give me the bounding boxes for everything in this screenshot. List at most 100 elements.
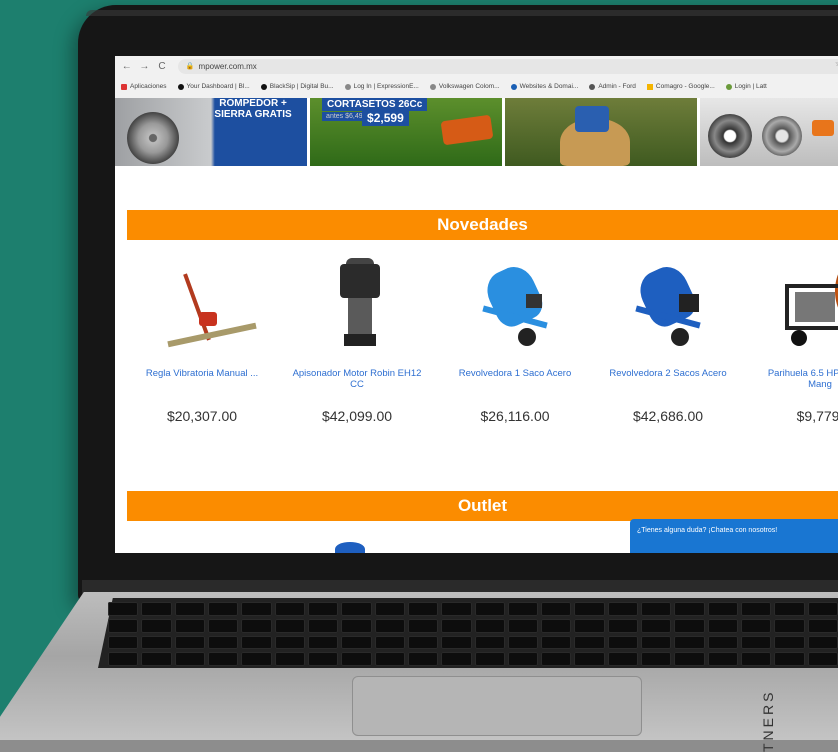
keyboard-key: [807, 602, 838, 616]
keyboard-key: [174, 635, 205, 650]
bookmark-label: Login | Latt: [734, 83, 767, 90]
keyboard-key: [574, 635, 605, 650]
keyboard-key: [141, 635, 172, 650]
bookmark-item[interactable]: Volkswagen Colom...: [429, 83, 500, 90]
keyboard-key: [541, 652, 572, 666]
keyboard-key: [441, 652, 472, 666]
promo-banner-pump[interactable]: [505, 98, 698, 166]
bookmark-item[interactable]: Admin - Ford: [589, 83, 636, 90]
keyboard-key: [541, 635, 572, 650]
keyboard-key: [407, 618, 439, 633]
keyboard-key: [341, 618, 372, 633]
keyboard-key: [307, 652, 339, 666]
keyboard-key: [507, 635, 539, 650]
keyboard-key: [607, 652, 639, 666]
promo-banner-engines[interactable]: [700, 98, 838, 166]
product-card[interactable]: Regla Vibratoria Manual ... $20,307.00: [137, 254, 267, 424]
back-icon[interactable]: ←: [121, 61, 133, 72]
keyboard-key: [607, 618, 639, 633]
product-name[interactable]: Apisonador Motor Robin EH12 CC: [292, 368, 422, 394]
keyboard-key: [241, 635, 272, 650]
keyboard-key: [374, 635, 405, 650]
section-title-novedades: Novedades: [127, 210, 838, 240]
bookmark-label: Admin - Ford: [598, 83, 636, 90]
bookmark-icon: [177, 83, 184, 90]
laptop-hinge: [82, 580, 838, 594]
keyboard-key: [207, 652, 239, 666]
bookmark-item[interactable]: Aplicaciones: [121, 83, 167, 90]
keyboard-key: [207, 635, 239, 650]
laptop-lid-edge: [86, 10, 838, 16]
chat-widget[interactable]: ¿Tienes alguna duda? ¡Chatea con nosotro…: [630, 519, 838, 553]
keyboard-key: [108, 618, 139, 633]
product-image: [765, 254, 838, 354]
keyboard-key: [174, 602, 205, 616]
product-name[interactable]: Parihuela 6.5 HP Mts De Mang: [755, 368, 838, 394]
keyboard-key: [641, 635, 672, 650]
keyboard-key: [507, 652, 539, 666]
keyboard-key: [741, 618, 772, 633]
keyboard-key: [607, 602, 639, 616]
promo-banner-saw[interactable]: ROMPEDOR + SIERRA GRATIS: [115, 98, 308, 166]
keyboard-key: [674, 652, 705, 666]
product-grid: Regla Vibratoria Manual ... $20,307.00 A…: [115, 254, 838, 454]
globe-icon: [429, 83, 436, 90]
keyboard-key: [341, 602, 372, 616]
product-price: $42,686.00: [632, 408, 704, 424]
keyboard-key: [641, 652, 672, 666]
bookmark-item[interactable]: Comagro - Google...: [646, 83, 715, 90]
bookmark-item[interactable]: Log In | ExpressionE...: [344, 83, 419, 90]
keyboard-key: [674, 618, 705, 633]
keyboard-key: [641, 602, 672, 616]
keyboard-key: [407, 652, 439, 666]
keyboard-key: [474, 618, 505, 633]
product-name[interactable]: Regla Vibratoria Manual ...: [137, 368, 267, 394]
product-image: [613, 254, 723, 354]
bookmark-item[interactable]: Login | Latt: [725, 83, 767, 90]
reload-icon[interactable]: C: [156, 61, 168, 72]
product-card[interactable]: Revolvedora 2 Sacos Acero $42,686.00: [603, 254, 733, 424]
keyboard-key: [574, 602, 605, 616]
bookmark-item[interactable]: Websites & Domai...: [510, 83, 578, 90]
product-name[interactable]: Revolvedora 2 Sacos Acero: [603, 368, 733, 394]
laptop-front-edge: [0, 740, 838, 752]
water-pump-image: [575, 106, 610, 132]
product-price: $26,116.00: [480, 408, 550, 424]
bookmark-label: Your Dashboard | Bl...: [186, 83, 250, 90]
outlet-product-image: [335, 542, 365, 553]
address-row: ← → C 🔒 mpower.com.mx ☆: [115, 56, 838, 76]
keyboard-key: [174, 618, 205, 633]
keyboard-key: [574, 652, 605, 666]
product-name[interactable]: Revolvedora 1 Saco Acero: [450, 368, 580, 394]
forward-icon[interactable]: →: [139, 61, 151, 72]
bookmark-item[interactable]: Your Dashboard | Bl...: [177, 83, 250, 90]
keyboard-key: [441, 602, 472, 616]
product-card[interactable]: Parihuela 6.5 HP Mts De Mang $9,779.: [755, 254, 838, 424]
promo-banner-hedge-trimmer[interactable]: CORTASETOS 26Cc antes $6,496 $2,599: [310, 98, 503, 166]
keyboard-key: [674, 602, 705, 616]
trackpad: [352, 676, 642, 736]
keyboard-key: [374, 652, 405, 666]
banner-text: ROMPEDOR + SIERRA GRATIS: [214, 98, 292, 120]
url-bar[interactable]: 🔒 mpower.com.mx: [177, 58, 838, 74]
product-price: $42,099.00: [321, 408, 393, 424]
lock-icon: 🔒: [185, 63, 195, 70]
keyboard-key: [307, 618, 339, 633]
keyboard-key: [541, 618, 572, 633]
keyboard-key: [474, 652, 505, 666]
product-card[interactable]: Revolvedora 1 Saco Acero $26,116.00: [450, 254, 580, 424]
keyboard-key: [141, 602, 172, 616]
product-image: [147, 254, 257, 354]
keyboard-key: [741, 602, 772, 616]
keyboard-key: [307, 635, 339, 650]
product-card[interactable]: Apisonador Motor Robin EH12 CC $42,099.0…: [292, 254, 422, 424]
bookmark-item[interactable]: BlackSip | Digital Bu...: [260, 83, 334, 90]
keyboard-key: [207, 602, 239, 616]
keyboard-key: [141, 652, 172, 666]
bookmark-icon: [589, 83, 596, 90]
keyboard-key: [707, 635, 739, 650]
keyboard-key: [541, 602, 572, 616]
product-price: $9,779.: [796, 408, 838, 424]
keyboard-key: [141, 618, 172, 633]
keyboard-key: [674, 635, 705, 650]
